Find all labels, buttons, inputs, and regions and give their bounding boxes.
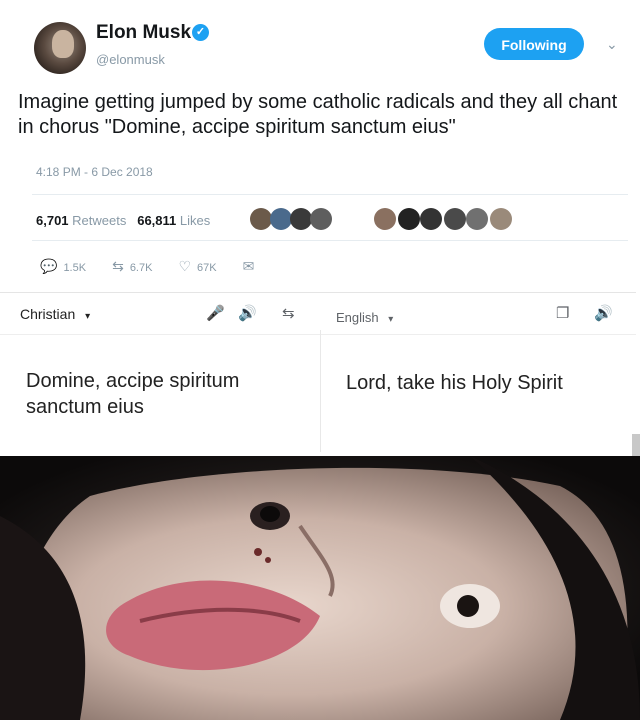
retweet-count: 6.7K	[129, 262, 153, 274]
author-handle[interactable]: @elonmusk	[96, 52, 165, 67]
chevron-down-icon: ▾	[85, 311, 91, 322]
like-icon: ♡	[178, 258, 192, 274]
swap-languages-icon[interactable]: ⇆	[282, 304, 295, 322]
liker-avatar[interactable]	[374, 208, 396, 230]
verified-badge-icon: ✓	[192, 24, 209, 41]
likes-label[interactable]: Likes	[180, 213, 210, 228]
liker-avatar[interactable]	[398, 208, 420, 230]
source-text[interactable]: Domine, accipe spiritum sanctum eius	[26, 368, 316, 420]
liker-avatar[interactable]	[420, 208, 442, 230]
tweet-text: Imagine getting jumped by some catholic …	[18, 91, 618, 138]
retweets-count[interactable]: 6,701	[36, 213, 69, 228]
liker-avatar[interactable]	[250, 208, 272, 230]
liker-avatar[interactable]	[466, 208, 488, 230]
direct-message-button[interactable]: ✉	[243, 258, 261, 275]
chevron-down-icon: ▾	[388, 314, 394, 325]
retweet-icon: ⇆	[112, 258, 124, 274]
divider	[32, 240, 628, 241]
speaker-icon[interactable]: 🔊	[238, 304, 257, 322]
message-icon: ✉	[242, 258, 255, 274]
liker-avatar[interactable]	[444, 208, 466, 230]
copy-icon[interactable]: ❐	[556, 304, 569, 322]
following-button[interactable]: Following	[484, 28, 584, 60]
translated-text: Lord, take his Holy Spirit	[346, 372, 563, 394]
reply-icon: 💬	[40, 258, 58, 274]
tweet-timestamp[interactable]: 4:18 PM - 6 Dec 2018	[36, 165, 153, 179]
avatar-face	[52, 30, 74, 58]
likes-count[interactable]: 66,811	[137, 213, 176, 228]
reply-count: 1.5K	[63, 262, 87, 274]
author-avatar[interactable]	[34, 22, 86, 74]
retweet-button[interactable]: ⇆ 6.7K	[112, 258, 152, 275]
speaker-icon[interactable]: 🔊	[594, 304, 613, 322]
source-language-select[interactable]: Christian ▾	[20, 306, 90, 322]
microphone-icon[interactable]: 🎤	[206, 304, 225, 322]
like-button[interactable]: ♡ 67K	[178, 258, 216, 275]
chevron-down-icon[interactable]: ⌄	[606, 36, 618, 53]
like-count: 67K	[197, 262, 217, 274]
tweet-stats: 6,701 Retweets 66,811 Likes	[36, 213, 210, 228]
divider	[0, 334, 636, 335]
retweets-label[interactable]: Retweets	[72, 213, 126, 228]
tweet-actions: 💬 1.5K ⇆ 6.7K ♡ 67K ✉	[40, 258, 260, 275]
target-language-label: English	[336, 310, 379, 325]
liker-avatar[interactable]	[290, 208, 312, 230]
divider	[32, 194, 628, 195]
author-name[interactable]: Elon Musk	[96, 22, 191, 44]
divider	[320, 330, 321, 452]
shocked-face-image	[0, 456, 640, 720]
liker-avatar[interactable]	[270, 208, 292, 230]
reaction-photo	[0, 456, 640, 720]
reply-button[interactable]: 💬 1.5K	[40, 258, 86, 275]
target-language-select[interactable]: English ▾	[336, 310, 393, 325]
source-language-label: Christian	[20, 306, 76, 322]
liker-avatar[interactable]	[490, 208, 512, 230]
liker-avatar[interactable]	[310, 208, 332, 230]
